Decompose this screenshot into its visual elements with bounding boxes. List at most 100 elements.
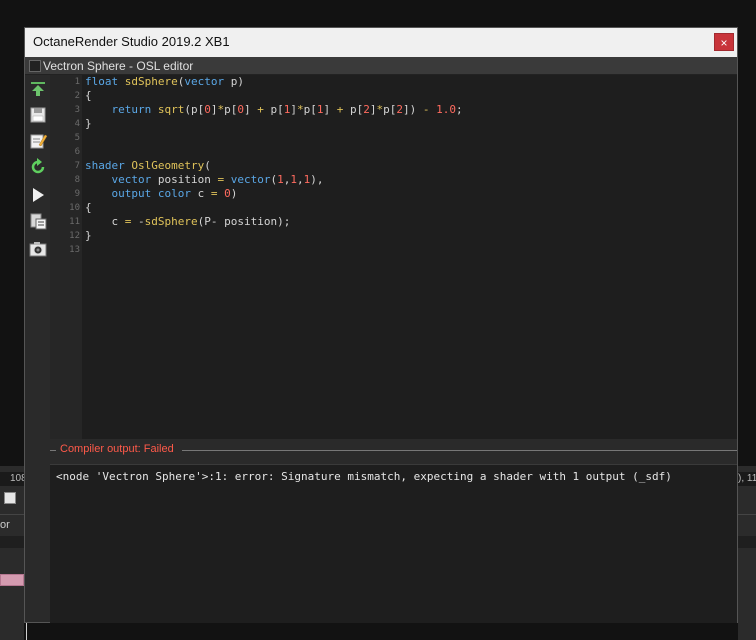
line-number: 9	[74, 189, 80, 199]
clipboard-icon[interactable]	[28, 211, 48, 231]
code-token: *	[297, 103, 304, 116]
code-token: sqrt	[157, 103, 185, 116]
code-token: (	[204, 159, 211, 172]
code-token: 2	[363, 103, 370, 116]
compiler-status-label: Compiler output: Failed	[60, 443, 174, 455]
code-token: p)	[224, 75, 244, 88]
edit-icon[interactable]	[28, 131, 48, 151]
line-number: 10	[69, 203, 80, 213]
title-bar[interactable]: OctaneRender Studio 2019.2 XB1 ×	[25, 28, 737, 58]
code-token: 0	[204, 103, 211, 116]
code-line: shader OslGeometry(	[85, 159, 211, 173]
code-token: vector	[230, 173, 271, 186]
editor-toolbar	[25, 75, 50, 622]
code-token: vector	[111, 173, 152, 186]
panel-checkbox[interactable]	[29, 60, 41, 72]
code-token: shader	[85, 159, 125, 172]
background-number: 108	[0, 472, 24, 486]
background-field	[0, 536, 24, 548]
code-line: vector position = vector(1,1,1),	[85, 173, 324, 187]
line-number: 6	[74, 147, 80, 157]
panel-header: Vectron Sphere - OSL editor	[25, 57, 737, 75]
background-number-right: ), 11	[738, 472, 756, 486]
code-token: (P- position);	[197, 215, 291, 228]
code-token: p[	[263, 103, 284, 116]
code-token: 1	[290, 173, 297, 186]
line-number: 2	[74, 91, 80, 101]
line-number: 11	[69, 217, 80, 227]
background-field-right	[738, 536, 756, 548]
code-line: }	[85, 117, 92, 130]
header-rule-right	[182, 450, 737, 451]
line-number-gutter: 1 2 3 4 5 6 7 8 9 10 11 12 13	[50, 75, 82, 439]
osl-editor-window: OctaneRender Studio 2019.2 XB1 × Vectron…	[24, 27, 738, 623]
code-token: ])	[403, 103, 423, 116]
code-token: return	[111, 103, 152, 116]
background-divider	[0, 514, 24, 515]
code-token: vector	[184, 75, 225, 88]
upload-icon[interactable]	[28, 79, 48, 99]
code-token: ),	[310, 173, 324, 186]
code-token: 0	[224, 187, 231, 200]
code-token: 1	[277, 173, 284, 186]
code-token: ]	[323, 103, 337, 116]
code-text[interactable]: float sdSphere(vector p) { return sqrt(p…	[85, 75, 735, 242]
background-timeline-clip[interactable]	[0, 574, 24, 586]
code-token: (p[	[184, 103, 205, 116]
code-token: -	[422, 103, 430, 116]
window-title: OctaneRender Studio 2019.2 XB1	[33, 34, 230, 49]
code-token: ]	[290, 103, 297, 116]
code-token: sdSphere	[124, 75, 178, 88]
code-line: output color c = 0)	[85, 187, 238, 201]
camera-icon[interactable]	[28, 239, 48, 259]
code-token: ]	[210, 103, 218, 116]
compiler-output-header: Compiler output: Failed	[50, 439, 737, 462]
code-line: }	[85, 229, 92, 242]
code-editor[interactable]: 1 2 3 4 5 6 7 8 9 10 11 12 13 float sdSp…	[50, 75, 737, 439]
code-token: ;	[456, 103, 463, 116]
line-number: 5	[74, 133, 80, 143]
line-number: 8	[74, 175, 80, 185]
code-token: 0	[237, 103, 244, 116]
code-token: +	[257, 103, 264, 116]
code-line: c = -sdSphere(P- position);	[85, 215, 290, 229]
compiler-error-message: <node 'Vectron Sphere'>:1: error: Signat…	[56, 470, 672, 483]
code-line: float sdSphere(vector p)	[85, 75, 244, 89]
code-token: float	[85, 75, 119, 88]
code-token: color	[157, 187, 191, 200]
code-token: sdSphere	[144, 215, 198, 228]
background-label: or	[0, 519, 10, 531]
code-token: c	[85, 215, 125, 228]
code-token: c	[191, 187, 211, 200]
code-token: p[	[303, 103, 317, 116]
background-divider-right	[738, 514, 756, 515]
code-token: p[	[343, 103, 364, 116]
code-token: output	[111, 187, 152, 200]
code-token: ,	[296, 173, 304, 186]
line-number: 7	[74, 161, 80, 171]
close-button[interactable]: ×	[714, 33, 734, 51]
code-token: ]	[369, 103, 377, 116]
header-rule-left	[50, 450, 56, 451]
code-token: position	[151, 173, 218, 186]
code-line: {	[85, 201, 92, 214]
code-token: p[	[383, 103, 397, 116]
background-checkbox[interactable]	[4, 492, 16, 504]
refresh-icon[interactable]	[28, 157, 48, 177]
compiler-output[interactable]: <node 'Vectron Sphere'>:1: error: Signat…	[50, 464, 737, 623]
background-right-panel: ), 11	[738, 466, 756, 640]
line-number: 4	[74, 119, 80, 129]
code-token: 1	[316, 103, 324, 116]
play-icon[interactable]	[28, 185, 48, 205]
code-token: =	[210, 187, 218, 200]
code-token: 1.0	[436, 103, 456, 116]
line-number: 13	[69, 245, 80, 255]
code-token: )	[230, 187, 238, 200]
line-number: 3	[74, 105, 80, 115]
code-token: 2	[396, 103, 403, 116]
save-icon[interactable]	[28, 105, 48, 125]
